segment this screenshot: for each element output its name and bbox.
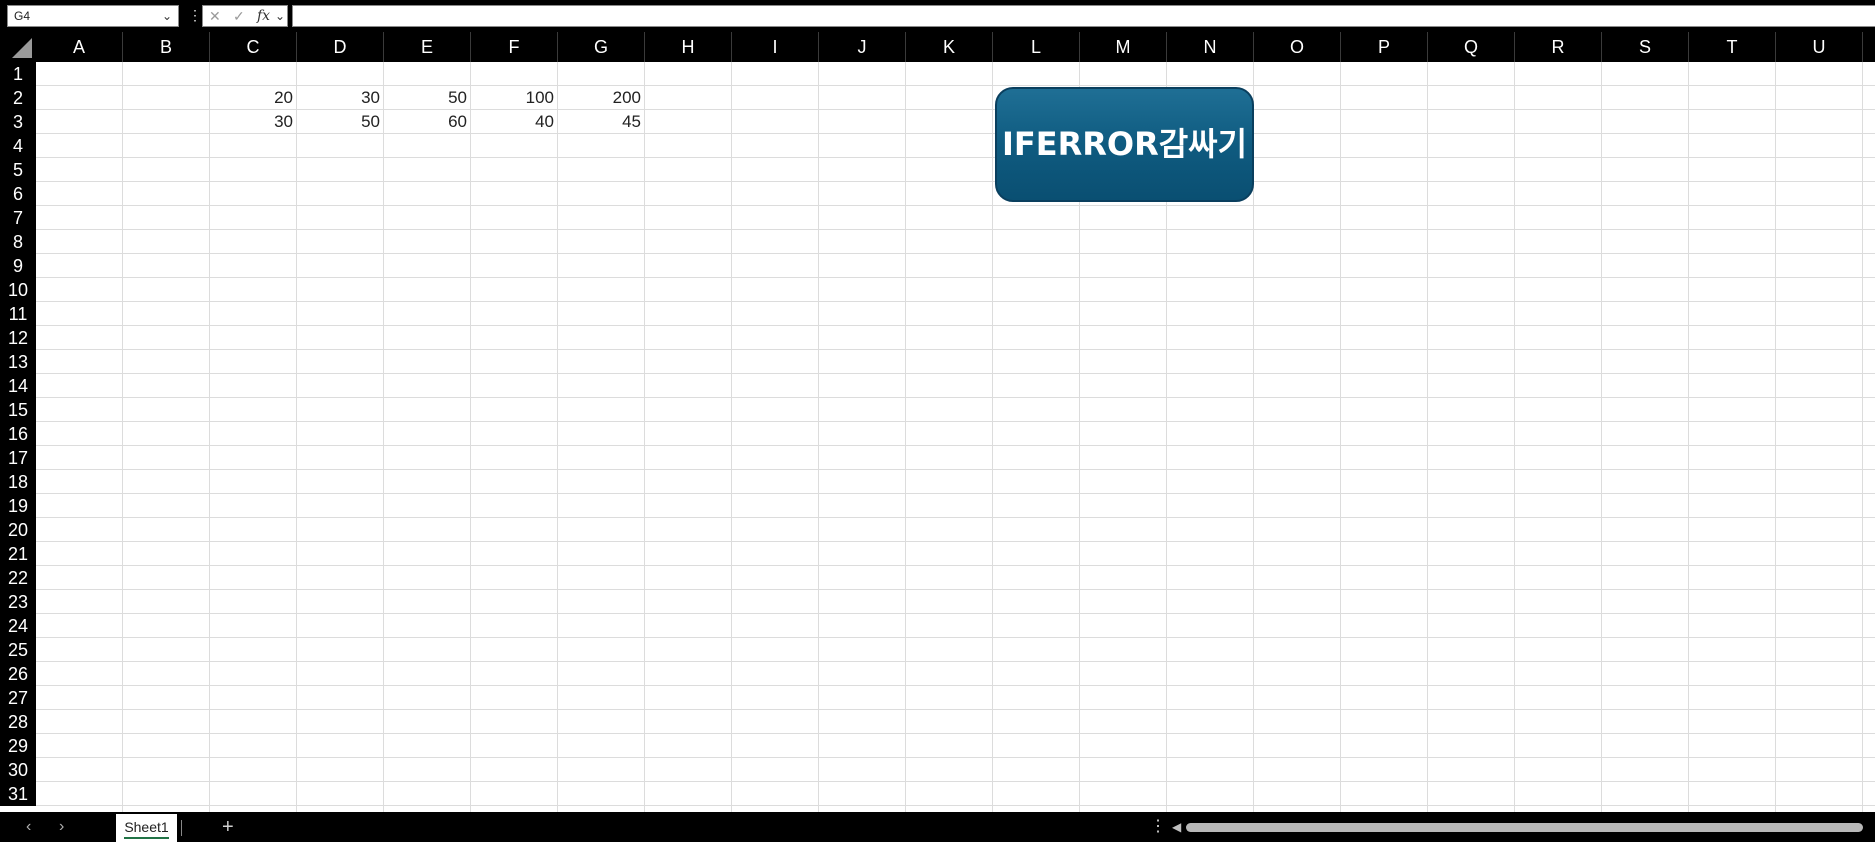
cell-f2[interactable]: 100 <box>471 86 558 110</box>
cell-e2[interactable]: 50 <box>384 86 471 110</box>
column-header-i[interactable]: I <box>732 32 819 62</box>
column-header-j[interactable]: J <box>819 32 906 62</box>
row-header-31[interactable]: 31 <box>0 782 36 806</box>
tab-divider <box>181 820 182 836</box>
sheet-tab-label: Sheet1 <box>124 819 169 835</box>
row-header-17[interactable]: 17 <box>0 446 36 470</box>
formula-input[interactable] <box>292 5 1875 27</box>
column-header-p[interactable]: P <box>1341 32 1428 62</box>
prev-sheet-icon[interactable]: ‹ <box>26 812 31 842</box>
scroll-left-icon[interactable]: ◀ <box>1172 812 1181 842</box>
row-header-19[interactable]: 19 <box>0 494 36 518</box>
column-header-c[interactable]: C <box>210 32 297 62</box>
row-header-21[interactable]: 21 <box>0 542 36 566</box>
more-options-icon[interactable]: ⋮ <box>1150 812 1166 842</box>
column-header-h[interactable]: H <box>645 32 732 62</box>
row-header-6[interactable]: 6 <box>0 182 36 206</box>
row-header-16[interactable]: 16 <box>0 422 36 446</box>
row-header-1[interactable]: 1 <box>0 62 36 86</box>
row-header-12[interactable]: 12 <box>0 326 36 350</box>
row-header-4[interactable]: 4 <box>0 134 36 158</box>
row-header-18[interactable]: 18 <box>0 470 36 494</box>
row-header-15[interactable]: 15 <box>0 398 36 422</box>
select-all-button[interactable] <box>0 32 36 62</box>
row-header-7[interactable]: 7 <box>0 206 36 230</box>
row-header-28[interactable]: 28 <box>0 710 36 734</box>
row-header-13[interactable]: 13 <box>0 350 36 374</box>
name-box-value: G4 <box>14 9 31 23</box>
chevron-down-icon[interactable]: ⌄ <box>162 6 172 26</box>
column-header-r[interactable]: R <box>1515 32 1602 62</box>
row-header-14[interactable]: 14 <box>0 374 36 398</box>
iferror-wrap-button[interactable]: IFERROR감싸기 <box>995 87 1254 202</box>
column-header-b[interactable]: B <box>123 32 210 62</box>
row-header-3[interactable]: 3 <box>0 110 36 134</box>
add-sheet-icon[interactable]: + <box>222 812 234 842</box>
column-header-e[interactable]: E <box>384 32 471 62</box>
row-header-22[interactable]: 22 <box>0 566 36 590</box>
more-options-icon[interactable]: ⋮ <box>188 6 202 24</box>
row-header-25[interactable]: 25 <box>0 638 36 662</box>
row-header-10[interactable]: 10 <box>0 278 36 302</box>
cell-f3[interactable]: 40 <box>471 110 558 134</box>
row-header-8[interactable]: 8 <box>0 230 36 254</box>
row-header-23[interactable]: 23 <box>0 590 36 614</box>
row-header-29[interactable]: 29 <box>0 734 36 758</box>
row-header-9[interactable]: 9 <box>0 254 36 278</box>
row-header-24[interactable]: 24 <box>0 614 36 638</box>
row-header-30[interactable]: 30 <box>0 758 36 782</box>
column-header-s[interactable]: S <box>1602 32 1689 62</box>
row-header-2[interactable]: 2 <box>0 86 36 110</box>
column-header-k[interactable]: K <box>906 32 993 62</box>
enter-icon[interactable]: ✓ <box>233 6 245 26</box>
column-header-g[interactable]: G <box>558 32 645 62</box>
column-header-m[interactable]: M <box>1080 32 1167 62</box>
row-header-20[interactable]: 20 <box>0 518 36 542</box>
next-sheet-icon[interactable]: › <box>59 812 64 842</box>
horizontal-scrollbar[interactable] <box>1186 823 1863 832</box>
cell-d2[interactable]: 30 <box>297 86 384 110</box>
column-header-n[interactable]: N <box>1167 32 1254 62</box>
active-tab-indicator <box>124 837 169 839</box>
formula-buttons: ✕ ✓ fx ⌄ <box>202 5 288 27</box>
column-header-o[interactable]: O <box>1254 32 1341 62</box>
row-header-5[interactable]: 5 <box>0 158 36 182</box>
row-header-27[interactable]: 27 <box>0 686 36 710</box>
column-header-a[interactable]: A <box>36 32 123 62</box>
cell-grid[interactable] <box>36 62 1875 812</box>
column-header-u[interactable]: U <box>1776 32 1863 62</box>
column-header-t[interactable]: T <box>1689 32 1776 62</box>
insert-function-icon[interactable]: fx <box>257 6 270 26</box>
cell-e3[interactable]: 60 <box>384 110 471 134</box>
cell-c3[interactable]: 30 <box>210 110 297 134</box>
cell-d3[interactable]: 50 <box>297 110 384 134</box>
cell-c2[interactable]: 20 <box>210 86 297 110</box>
chevron-down-icon[interactable]: ⌄ <box>275 6 285 26</box>
cancel-icon[interactable]: ✕ <box>209 6 221 26</box>
select-all-icon <box>12 38 32 58</box>
column-header-l[interactable]: L <box>993 32 1080 62</box>
column-header-q[interactable]: Q <box>1428 32 1515 62</box>
column-header-f[interactable]: F <box>471 32 558 62</box>
name-box[interactable]: G4 ⌄ <box>7 5 179 27</box>
column-header-d[interactable]: D <box>297 32 384 62</box>
cell-g2[interactable]: 200 <box>558 86 645 110</box>
row-header-26[interactable]: 26 <box>0 662 36 686</box>
row-header-11[interactable]: 11 <box>0 302 36 326</box>
sheet-tab-sheet1[interactable]: Sheet1 <box>116 814 177 842</box>
cell-g3[interactable]: 45 <box>558 110 645 134</box>
